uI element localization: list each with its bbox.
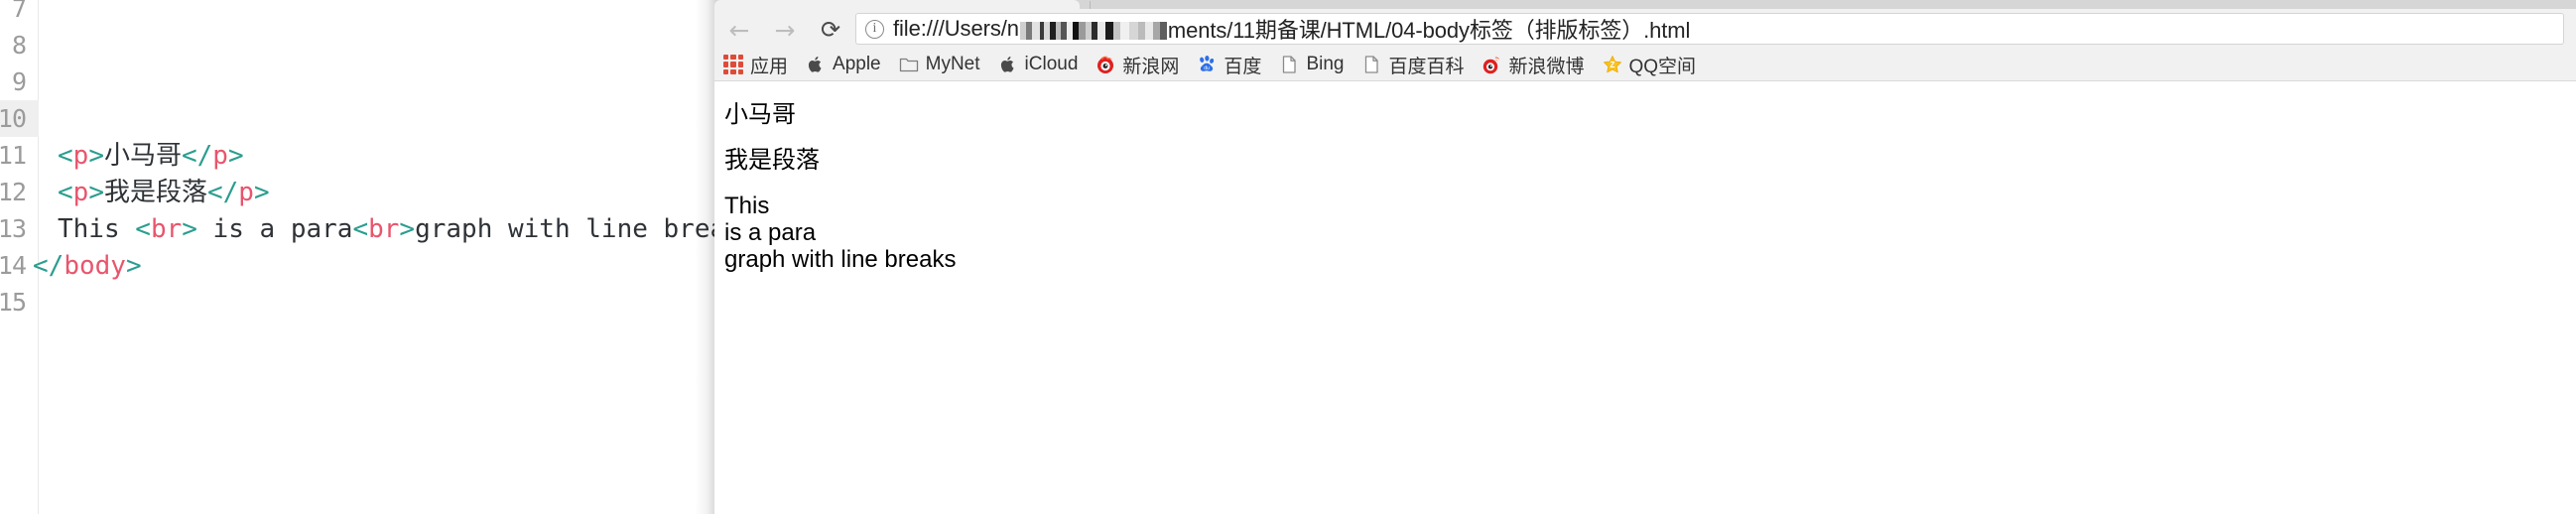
- bookmark-item[interactable]: iCloud: [989, 52, 1088, 77]
- code-token-brk: <: [58, 141, 73, 171]
- qzone-star-icon: Z: [1603, 56, 1621, 73]
- code-token-brk: >: [227, 141, 244, 171]
- folder-icon: [899, 58, 918, 72]
- page-icon: [1283, 56, 1297, 73]
- code-line[interactable]: </body>: [33, 248, 142, 285]
- code-token-brk: </: [206, 178, 239, 207]
- code-token-brk: >: [125, 251, 142, 281]
- code-token-tag: body: [64, 251, 126, 281]
- page-text-block: graph with line breaks: [724, 246, 957, 273]
- line-number: 9: [11, 67, 27, 96]
- code-token-brk: <: [352, 214, 369, 244]
- code-line[interactable]: <p>小马哥</p>: [58, 138, 244, 175]
- code-line[interactable]: <p>我是段落</p>: [58, 175, 270, 211]
- info-circle-icon[interactable]: i: [865, 19, 884, 39]
- code-token-brk: >: [399, 214, 416, 244]
- code-token-tag: br: [368, 214, 400, 244]
- bookmark-label: Apple: [833, 54, 881, 74]
- bookmark-item[interactable]: du 百度: [1188, 52, 1270, 77]
- code-token-tag: p: [212, 141, 228, 171]
- browser-tab-strip: [714, 0, 2576, 9]
- bookmark-item[interactable]: 百度百科: [1352, 52, 1473, 77]
- code-token-txt: 小马哥: [103, 141, 182, 171]
- code-token-tag: p: [72, 178, 89, 207]
- code-token-tag: p: [72, 141, 89, 171]
- line-number: 13: [0, 214, 27, 243]
- bookmark-label: MyNet: [925, 54, 980, 74]
- url-prefix: file:///Users/n: [893, 16, 1019, 41]
- bookmark-item[interactable]: 新浪网: [1087, 52, 1188, 77]
- apple-logo-icon: [1000, 57, 1014, 72]
- apps-grid-icon: [723, 55, 743, 74]
- bookmark-label: 百度: [1224, 56, 1262, 77]
- code-editor-pane[interactable]: 7 8 9 10 11 12 13 14 15 <p>小马哥</p> <p>我是…: [0, 0, 714, 514]
- url-suffix: ments/11期备课/HTML/04-body标签（排版标签）.html: [1167, 18, 1691, 43]
- bookmark-item[interactable]: Z QQ空间: [1594, 52, 1706, 77]
- code-token-tag: br: [150, 214, 183, 244]
- bookmark-label: Bing: [1306, 54, 1345, 74]
- arrow-right-icon[interactable]: →: [772, 17, 798, 43]
- sina-logo-icon: [1097, 56, 1114, 73]
- page-text-block: is a para: [724, 219, 817, 246]
- code-token-brk: >: [88, 141, 104, 171]
- code-token-brk: <: [135, 214, 151, 244]
- page-text-block: 我是段落: [724, 147, 820, 174]
- line-number: 15: [0, 288, 27, 317]
- code-token-txt: graph with line breaks: [415, 214, 714, 244]
- bookmark-item[interactable]: 应用: [714, 52, 797, 77]
- line-number: 10: [0, 104, 27, 133]
- line-number: 7: [11, 0, 27, 23]
- arrow-left-icon[interactable]: ←: [726, 17, 752, 43]
- bookmark-label: 应用: [750, 56, 789, 77]
- bookmark-item[interactable]: Bing: [1270, 52, 1352, 77]
- weibo-logo-icon: [1483, 57, 1500, 74]
- bookmark-label: 百度百科: [1388, 56, 1465, 77]
- code-token-brk: >: [182, 214, 197, 244]
- editor-code-area[interactable]: <p>小马哥</p> <p>我是段落</p> This <br> is a pa…: [33, 0, 714, 514]
- page-text-block: 小马哥: [724, 101, 796, 128]
- code-token-brk: <: [58, 178, 73, 207]
- line-number: 8: [11, 31, 27, 60]
- code-token-txt: 我是段落: [103, 178, 207, 207]
- svg-text:Z: Z: [1610, 61, 1614, 69]
- line-number: 14: [0, 251, 27, 280]
- bookmarks-bar[interactable]: 应用 Apple MyNet iCloud 新浪网 du 百度 Bing 百度百科 新浪微博 Z QQ…: [714, 49, 2576, 81]
- line-number: 12: [0, 178, 27, 206]
- bookmark-item[interactable]: 新浪微博: [1473, 52, 1593, 77]
- page-viewport: 小马哥我是段落 This is a para graph with line brea…: [714, 81, 2576, 514]
- code-token-txt: is a para: [196, 214, 353, 244]
- code-token-brk: >: [253, 178, 270, 207]
- page-icon: [1365, 56, 1379, 73]
- bookmark-item[interactable]: MyNet: [890, 52, 989, 77]
- browser-tab-active[interactable]: [714, 0, 1080, 9]
- code-line[interactable]: This <br> is a para<br>graph with line b…: [58, 211, 714, 248]
- bookmark-label: QQ空间: [1628, 56, 1697, 77]
- screenshot-root: 7 8 9 10 11 12 13 14 15 <p>小马哥</p> <p>我是…: [0, 0, 2576, 514]
- url-redacted-block: [1019, 22, 1167, 40]
- address-bar-url: file:///Users/n ments/11期备课/HTML/04-body…: [893, 14, 2563, 44]
- browser-toolbar: ← → ⟳ i file:///Users/n ments/11期备课/HTML…: [714, 9, 2576, 49]
- svg-text:du: du: [1205, 65, 1211, 71]
- line-number: 11: [0, 141, 27, 170]
- address-bar[interactable]: i file:///Users/n ments/11期备课/HTML/04-bo…: [855, 13, 2564, 45]
- bookmark-label: 新浪网: [1122, 56, 1180, 77]
- apple-logo-icon: [808, 57, 822, 72]
- code-token-brk: >: [88, 178, 104, 207]
- page-text-block: This: [724, 193, 770, 219]
- bookmark-label: 新浪微博: [1508, 56, 1585, 77]
- tab-separator: [1090, 1, 1091, 9]
- code-token-txt: This: [58, 214, 136, 244]
- browser-window: ← → ⟳ i file:///Users/n ments/11期备课/HTML…: [714, 0, 2576, 514]
- bookmark-item[interactable]: Apple: [797, 52, 890, 77]
- baidu-logo-icon: du: [1200, 56, 1215, 71]
- editor-right-shadow: [695, 0, 714, 514]
- reload-icon[interactable]: ⟳: [818, 17, 843, 43]
- code-token-brk: </: [33, 251, 64, 281]
- code-token-brk: </: [181, 141, 213, 171]
- code-token-tag: p: [238, 178, 254, 207]
- bookmark-label: iCloud: [1024, 54, 1079, 74]
